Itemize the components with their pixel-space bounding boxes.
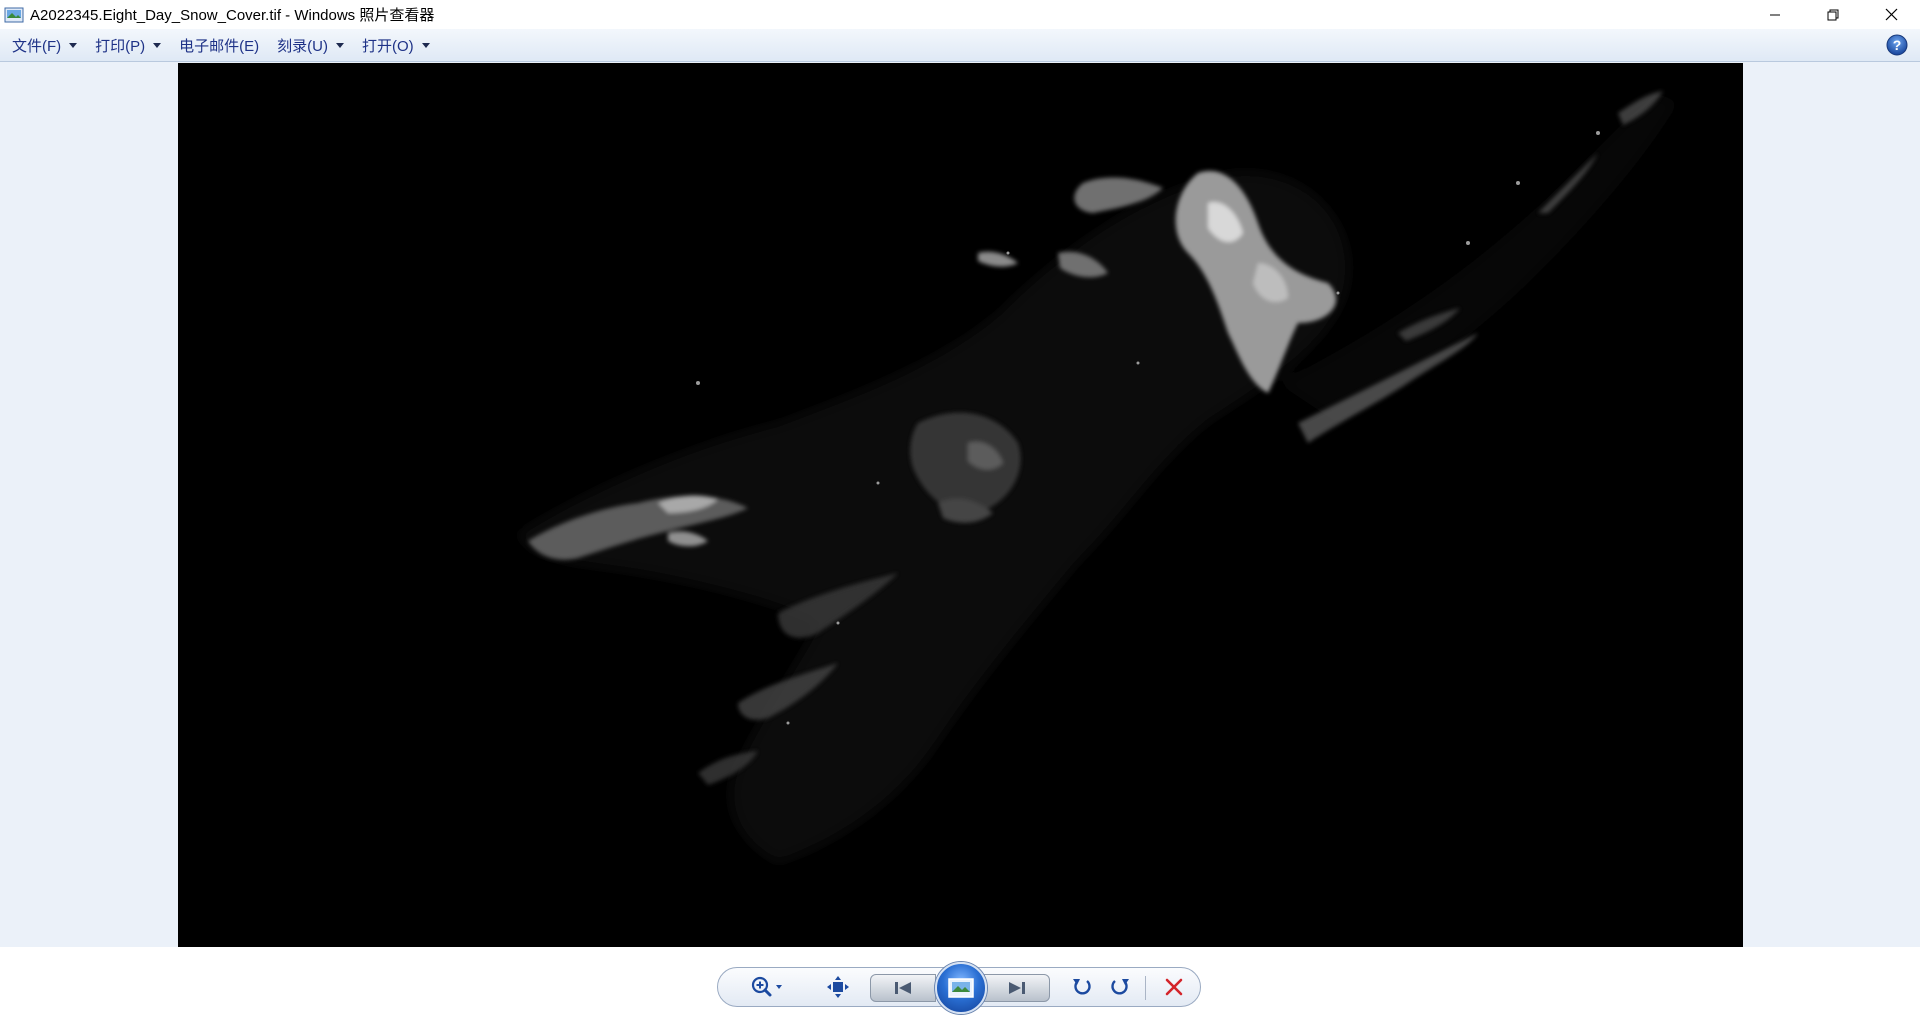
viewer-controls: [717, 962, 1201, 1014]
help-icon: ?: [1886, 34, 1908, 56]
zoom-icon: [751, 976, 782, 997]
chevron-down-icon: [335, 42, 344, 48]
menu-open-label: 打开(O): [361, 37, 414, 55]
title-bar: A2022345.Eight_Day_Snow_Cover.tif - Wind…: [0, 0, 1920, 29]
menu-email[interactable]: 电子邮件(E): [173, 32, 265, 58]
photo-viewer-window: A2022345.Eight_Day_Snow_Cover.tif - Wind…: [0, 0, 1920, 1020]
zoom-button[interactable]: [746, 968, 790, 1006]
next-button[interactable]: [984, 974, 1050, 1002]
caption-buttons: [1746, 0, 1920, 29]
previous-icon: [895, 982, 911, 994]
menu-bar: 文件(F) 打印(P) 电子邮件(E) 刻录(U) 打开(O) ?: [0, 29, 1920, 62]
minimize-button[interactable]: [1746, 0, 1804, 29]
close-button[interactable]: [1862, 0, 1920, 29]
delete-button[interactable]: [1154, 968, 1194, 1006]
slideshow-icon: [948, 978, 974, 998]
actual-size-button[interactable]: [818, 968, 858, 1006]
next-icon: [1009, 982, 1025, 994]
snow-cover-image[interactable]: [178, 63, 1743, 947]
menu-burn[interactable]: 刻录(U): [271, 32, 350, 58]
rotate-clockwise-button[interactable]: [1102, 968, 1138, 1006]
rotate-counterclockwise-icon: [1073, 979, 1091, 995]
chevron-down-icon: [69, 42, 78, 48]
minimize-icon: [1770, 14, 1780, 15]
window-title: A2022345.Eight_Day_Snow_Cover.tif - Wind…: [30, 7, 435, 24]
delete-icon: [1165, 978, 1183, 996]
menu-file-label: 文件(F): [12, 37, 62, 55]
viewer-area: [0, 62, 1920, 947]
chevron-down-icon: [153, 42, 162, 48]
menu-print[interactable]: 打印(P): [89, 32, 167, 58]
restore-button[interactable]: [1804, 0, 1862, 29]
photo-viewer-icon: [4, 7, 24, 23]
svg-text:?: ?: [1893, 37, 1902, 53]
slideshow-button[interactable]: [935, 962, 987, 1014]
menu-file[interactable]: 文件(F): [6, 32, 83, 58]
chevron-down-icon: [421, 42, 430, 48]
close-icon: [1885, 8, 1897, 21]
menu-burn-label: 刻录(U): [277, 37, 328, 55]
snow-cover-map: [178, 63, 1743, 947]
previous-button[interactable]: [870, 974, 936, 1002]
help-button[interactable]: ?: [1886, 34, 1908, 56]
menu-print-label: 打印(P): [95, 37, 146, 55]
actual-size-icon: [827, 976, 849, 998]
menu-open[interactable]: 打开(O): [356, 32, 436, 58]
toolbar-divider: [1145, 976, 1146, 1000]
rotate-clockwise-icon: [1111, 979, 1129, 995]
menu-email-label: 电子邮件(E): [179, 37, 260, 55]
restore-icon: [1827, 9, 1839, 20]
bottom-toolbar: [0, 947, 1920, 1020]
rotate-counterclockwise-button[interactable]: [1064, 968, 1100, 1006]
